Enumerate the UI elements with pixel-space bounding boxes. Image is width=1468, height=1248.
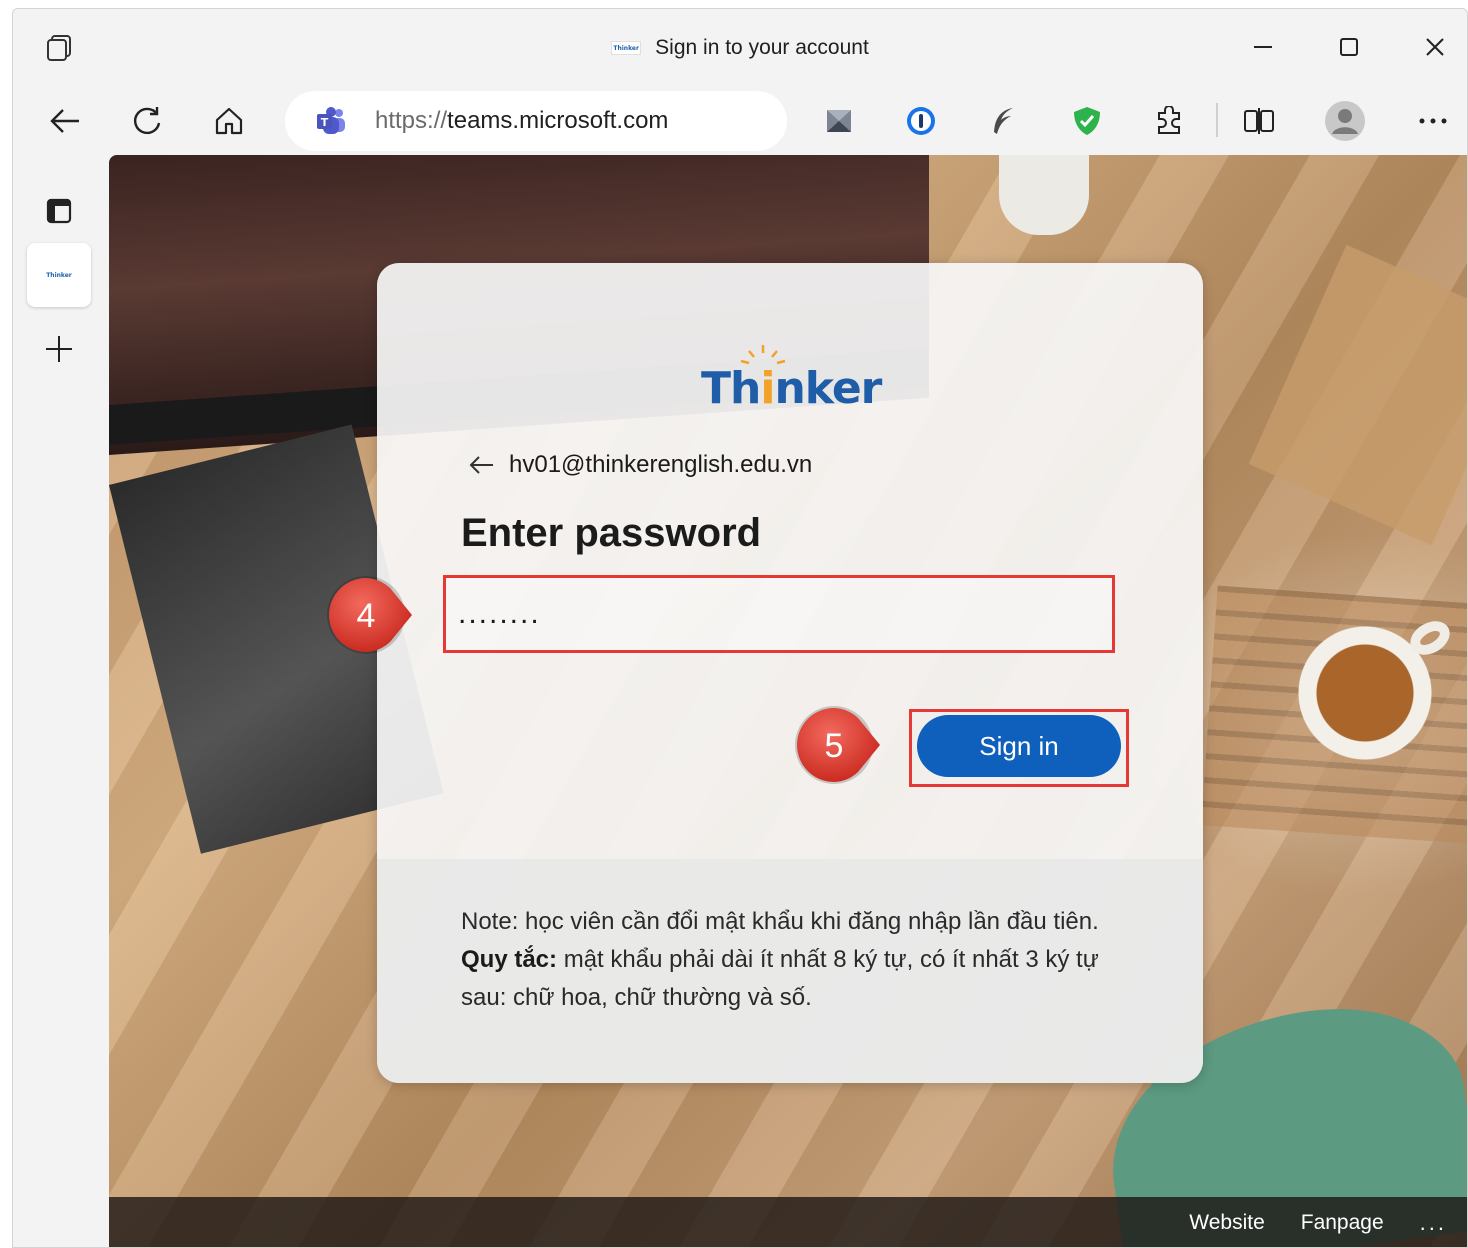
vertical-tabs-sidebar: Thinker	[13, 157, 109, 1247]
step-number-4: 4	[357, 597, 376, 635]
sign-in-card: Thinker hv01@thinkerenglish.edu.vn Enter…	[377, 263, 1203, 1083]
maximize-button[interactable]	[1329, 29, 1369, 65]
page-content: Thinker hv01@thinkerenglish.edu.vn Enter…	[109, 155, 1467, 1247]
split-screen-icon[interactable]	[1239, 101, 1279, 141]
feather-extension-icon[interactable]	[983, 101, 1023, 141]
password-manager-icon[interactable]	[901, 101, 941, 141]
background-pen-cup	[999, 155, 1089, 235]
minimize-button[interactable]	[1243, 29, 1283, 65]
window-title: Sign in to your account	[655, 36, 869, 59]
back-to-email[interactable]: hv01@thinkerenglish.edu.vn	[469, 451, 812, 479]
browser-toolbar: T https://teams.microsoft.com	[13, 81, 1467, 157]
profile-avatar-icon[interactable]	[1325, 101, 1365, 141]
new-tab-icon[interactable]	[27, 317, 91, 381]
home-icon[interactable]	[207, 99, 251, 143]
url-scheme: https://	[375, 107, 448, 134]
back-arrow-icon[interactable]	[469, 455, 495, 475]
step-number-5: 5	[825, 727, 844, 765]
back-icon[interactable]	[43, 99, 87, 143]
page-title: Enter password	[461, 511, 762, 555]
password-rules-note: Note: học viên cần đổi mật khẩu khi đăng…	[461, 903, 1121, 1017]
note-text: Note: học viên cần đổi mật khẩu khi đăng…	[461, 908, 1099, 935]
teams-icon: T	[315, 106, 347, 136]
toolbar-separator	[1216, 103, 1218, 137]
thinker-logo: Thinker	[701, 345, 882, 414]
tab-sign-in[interactable]: Thinker	[27, 243, 91, 307]
background-paper	[1248, 244, 1467, 546]
footer-more-link[interactable]: ...	[1420, 1210, 1447, 1236]
bulb-rays-icon	[740, 345, 786, 365]
password-field-highlight	[443, 575, 1115, 653]
address-bar[interactable]: T https://teams.microsoft.com	[285, 91, 787, 151]
site-favicon: Thinker	[611, 41, 642, 55]
page-footer: Website Fanpage ...	[109, 1197, 1467, 1247]
more-options-icon[interactable]	[1413, 101, 1453, 141]
close-button[interactable]	[1415, 29, 1455, 65]
logo-text-suffix: nker	[774, 363, 882, 414]
title-bar: Thinker Sign in to your account	[13, 9, 1467, 81]
step-marker-5: 5	[788, 706, 880, 784]
note-rule-label: Quy tắc:	[461, 946, 558, 973]
footer-website-link[interactable]: Website	[1189, 1211, 1264, 1235]
extensions-icon[interactable]	[1149, 101, 1189, 141]
svg-text:T: T	[321, 116, 329, 129]
password-input[interactable]	[458, 590, 1098, 638]
browser-window: Thinker Sign in to your account T https:…	[12, 8, 1468, 1248]
sign-in-button[interactable]: Sign in	[917, 715, 1121, 777]
url-host: teams.microsoft.com	[447, 107, 669, 134]
shield-icon[interactable]	[1067, 101, 1107, 141]
footer-fanpage-link[interactable]: Fanpage	[1301, 1211, 1384, 1235]
collapse-panel-icon[interactable]	[27, 179, 91, 243]
step-marker-4: 4	[320, 576, 412, 654]
tab-favicon: Thinker	[42, 268, 76, 282]
account-email: hv01@thinkerenglish.edu.vn	[509, 451, 813, 478]
reading-mode-icon[interactable]	[819, 101, 859, 141]
note-rule-text: mật khẩu phải dài ít nhất 8 ký tự, có ít…	[461, 946, 1099, 1011]
refresh-icon[interactable]	[125, 99, 169, 143]
